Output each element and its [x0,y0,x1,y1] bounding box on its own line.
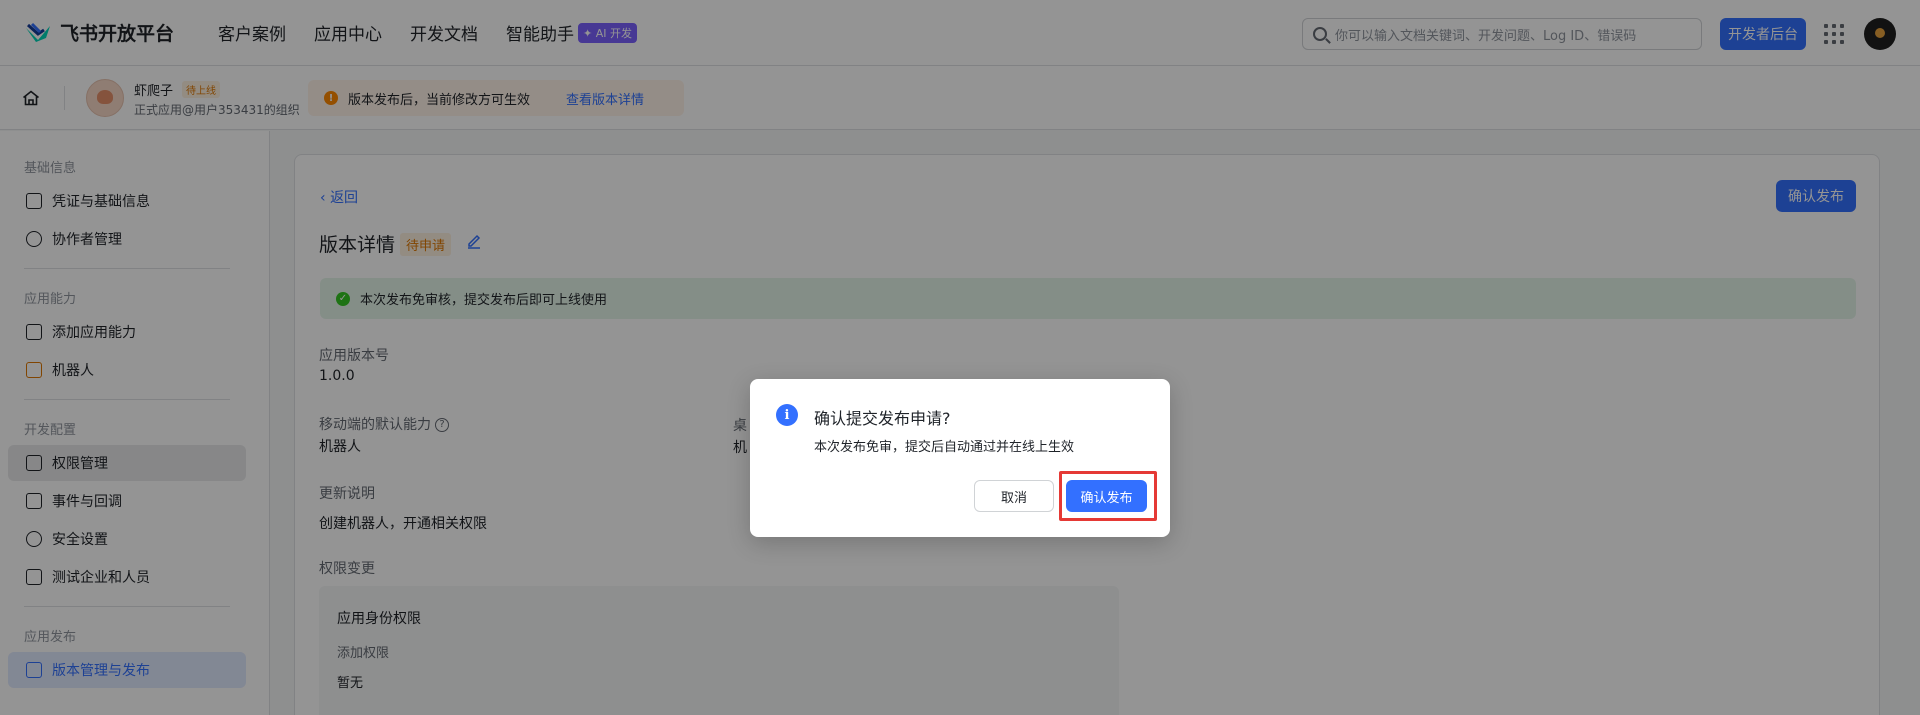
info-icon: i [776,404,798,426]
confirm-dialog: i 确认提交发布申请? 本次发布免审，提交后自动通过并在线上生效 取消 确认发布 [750,379,1170,537]
dialog-description: 本次发布免审，提交后自动通过并在线上生效 [814,440,1075,455]
dialog-title: 确认提交发布申请? [814,409,951,428]
modal-overlay[interactable] [0,0,1920,715]
confirm-publish-button[interactable]: 确认发布 [1066,480,1147,512]
cancel-button[interactable]: 取消 [974,480,1054,512]
